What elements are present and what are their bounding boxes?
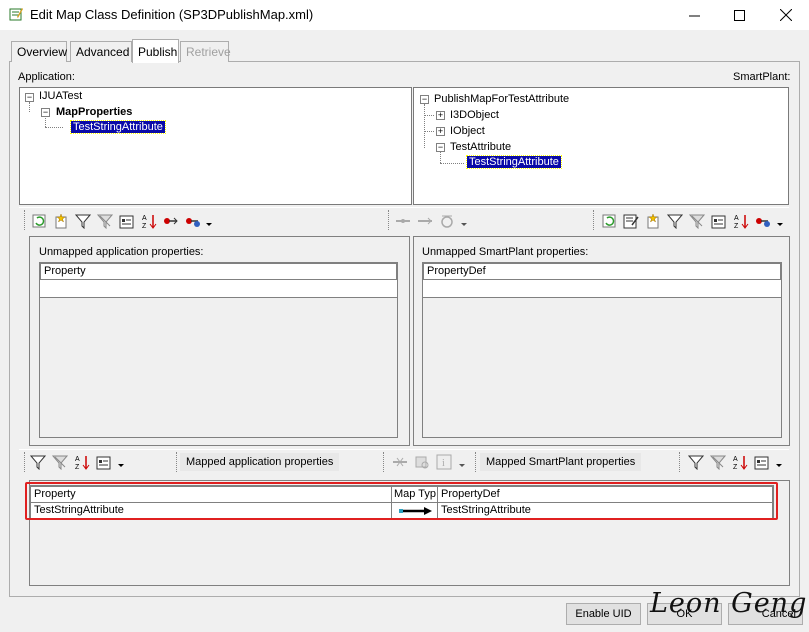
collapse-icon[interactable]: − [436, 143, 445, 152]
tree-node-iobject[interactable]: IObject [450, 125, 485, 137]
collapse-icon[interactable]: − [420, 95, 429, 104]
refresh-icon[interactable] [31, 213, 47, 229]
svg-text:Z: Z [142, 223, 147, 229]
chevron-down-icon[interactable] [205, 222, 213, 228]
svg-text:A: A [142, 215, 147, 222]
map-arrow-icon[interactable] [163, 213, 179, 229]
svg-text:Z: Z [734, 223, 739, 229]
expand-icon[interactable]: + [436, 127, 445, 136]
collapse-icon[interactable]: − [41, 108, 50, 117]
properties-icon[interactable] [711, 213, 727, 229]
mapped-application-caption: Mapped application properties [180, 453, 340, 471]
maximize-icon [734, 9, 745, 21]
unmapped-smartplant-grid[interactable]: PropertyDef [422, 262, 782, 298]
smartplant-tree[interactable]: − PublishMapForTestAttribute + I3DObject… [413, 87, 789, 205]
clear-filter-icon[interactable] [710, 454, 726, 470]
tab-advanced[interactable]: Advanced [70, 41, 132, 62]
filter-icon[interactable] [30, 454, 46, 470]
clear-filter-icon[interactable] [689, 213, 705, 229]
column-header-property[interactable]: Property [40, 263, 397, 280]
grid-empty-area [422, 298, 782, 438]
map-remove-icon [418, 217, 432, 225]
unmapped-application-label: Unmapped application properties: [39, 246, 204, 258]
map-options-icon[interactable] [185, 213, 201, 229]
svg-text:Z: Z [733, 464, 738, 470]
tree-node-selected[interactable]: TestStringAttribute [466, 155, 562, 169]
tree-node-selected[interactable]: TestStringAttribute [70, 120, 166, 134]
svg-text:Z: Z [75, 464, 80, 470]
edit-document-icon [9, 8, 23, 21]
chevron-down-icon [461, 223, 467, 226]
enable-uid-button[interactable]: Enable UID [566, 603, 641, 625]
sort-icon[interactable]: AZ [733, 213, 749, 229]
refresh-icon[interactable] [601, 213, 617, 229]
close-icon [779, 9, 792, 21]
minimize-icon [689, 15, 700, 16]
map-options-icon[interactable] [755, 213, 771, 229]
map-type-icon [441, 215, 453, 228]
chevron-down-icon[interactable] [117, 463, 125, 469]
info-icon: i [436, 454, 452, 470]
close-button[interactable] [763, 0, 808, 30]
view-map-icon [415, 456, 429, 469]
filter-icon[interactable] [667, 213, 683, 229]
clear-filter-icon[interactable] [52, 454, 68, 470]
tree-node-root[interactable]: IJUATest [39, 90, 82, 102]
sort-icon[interactable]: AZ [141, 213, 157, 229]
minimize-button[interactable] [672, 0, 717, 30]
tab-publish[interactable]: Publish [132, 39, 179, 63]
filter-icon[interactable] [75, 213, 91, 229]
unmapped-application-grid[interactable]: Property [39, 262, 398, 298]
column-header-propertydef[interactable]: PropertyDef [423, 263, 781, 280]
watermark-signature: Leon Geng [650, 588, 808, 619]
tab-retrieve[interactable]: Retrieve [180, 41, 231, 62]
tree-node-testattribute[interactable]: TestAttribute [450, 141, 511, 153]
chevron-down-icon[interactable] [775, 463, 783, 469]
collapse-icon[interactable]: − [25, 93, 34, 102]
edit-list-icon[interactable] [623, 213, 639, 229]
highlight-box [25, 482, 778, 520]
smartplant-label: SmartPlant: [733, 71, 791, 83]
svg-text:A: A [733, 456, 738, 463]
map-add-icon [396, 219, 410, 223]
expand-icon[interactable]: + [436, 111, 445, 120]
unmap-icon [393, 457, 407, 467]
sort-icon[interactable]: AZ [74, 454, 90, 470]
clear-filter-icon[interactable] [97, 213, 113, 229]
application-tree[interactable]: − IJUATest − MapProperties TestStringAtt… [19, 87, 412, 205]
tree-node-i3dobject[interactable]: I3DObject [450, 109, 499, 121]
svg-text:A: A [734, 215, 739, 222]
tree-node-root[interactable]: PublishMapForTestAttribute [434, 93, 569, 105]
filter-icon[interactable] [688, 454, 704, 470]
new-property-icon[interactable] [645, 213, 661, 229]
tab-overview[interactable]: Overview [11, 41, 67, 62]
unmapped-smartplant-label: Unmapped SmartPlant properties: [422, 246, 589, 258]
svg-text:i: i [442, 458, 445, 469]
properties-icon[interactable] [96, 454, 112, 470]
tree-node-mapproperties[interactable]: MapProperties [56, 106, 132, 118]
grid-empty-area [39, 298, 398, 438]
application-label: Application: [18, 71, 75, 83]
new-property-icon[interactable] [53, 213, 69, 229]
svg-text:A: A [75, 456, 80, 463]
chevron-down-icon [459, 464, 465, 467]
properties-icon[interactable] [754, 454, 770, 470]
chevron-down-icon[interactable] [776, 222, 784, 228]
properties-icon[interactable] [119, 213, 135, 229]
mapped-smartplant-caption: Mapped SmartPlant properties [480, 453, 642, 471]
sort-icon[interactable]: AZ [732, 454, 748, 470]
window-title: Edit Map Class Definition (SP3DPublishMa… [30, 7, 314, 22]
maximize-button[interactable] [717, 0, 762, 30]
